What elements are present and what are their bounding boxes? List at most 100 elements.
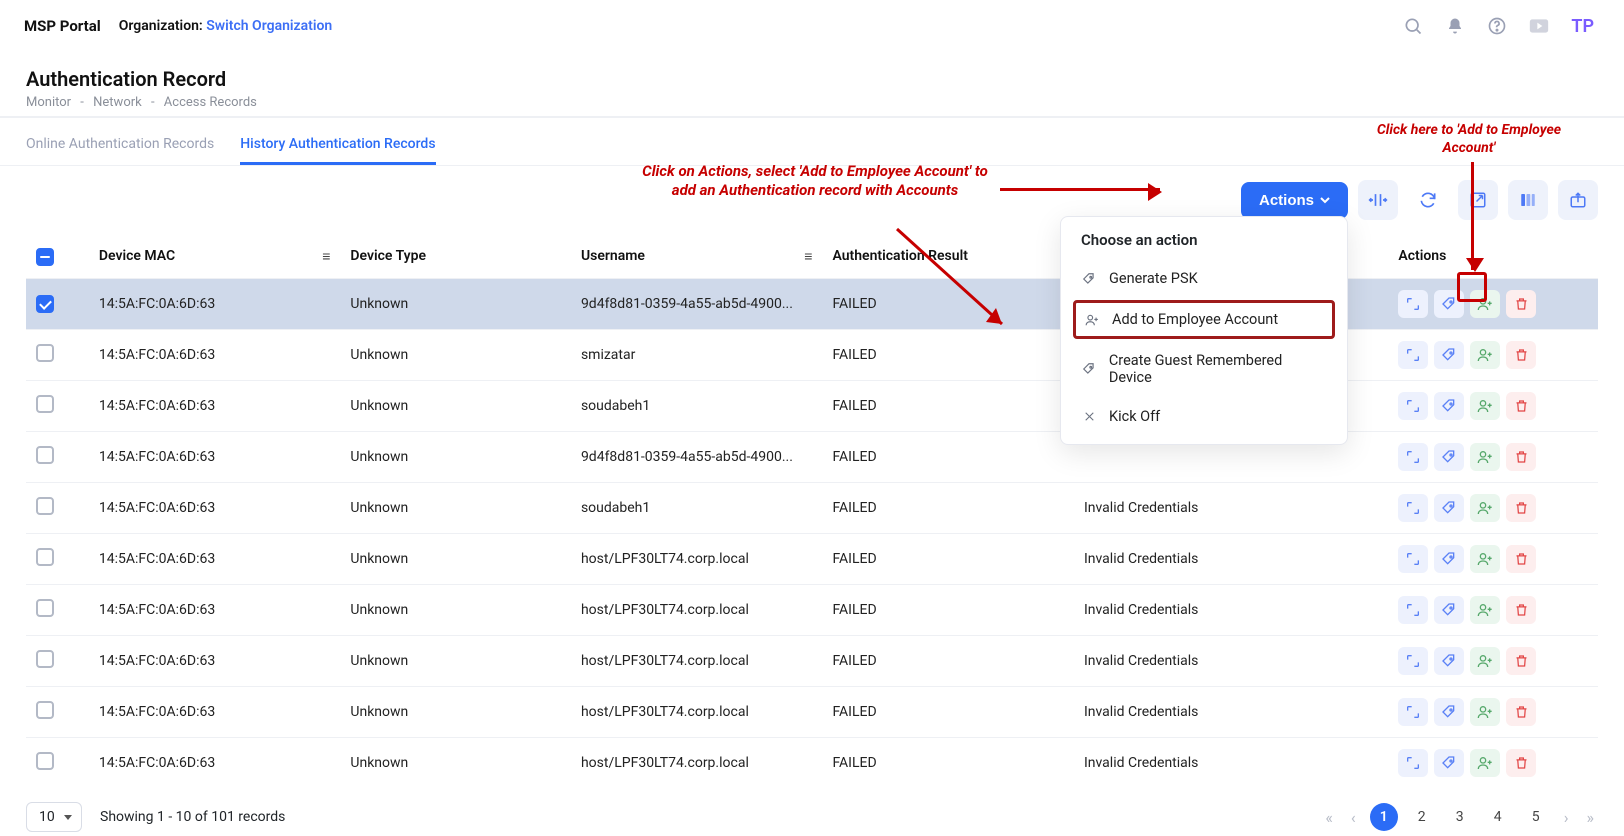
- row-tag-button[interactable]: [1434, 494, 1464, 522]
- table-row[interactable]: 14:5A:FC:0A:6D:63Unknownhost/LPF30LT74.c…: [26, 687, 1598, 738]
- tab-online-auth-records[interactable]: Online Authentication Records: [26, 130, 214, 165]
- select-all-checkbox[interactable]: [36, 248, 54, 266]
- table-row[interactable]: 14:5A:FC:0A:6D:63Unknownhost/LPF30LT74.c…: [26, 585, 1598, 636]
- user-avatar[interactable]: TP: [1565, 12, 1600, 41]
- row-checkbox[interactable]: [36, 752, 54, 770]
- help-icon[interactable]: [1481, 10, 1513, 42]
- page-1-button[interactable]: 1: [1370, 803, 1398, 831]
- row-tag-button[interactable]: [1434, 647, 1464, 675]
- table-row[interactable]: 14:5A:FC:0A:6D:63Unknownhost/LPF30LT74.c…: [26, 636, 1598, 687]
- row-expand-button[interactable]: [1398, 596, 1428, 624]
- page-5-button[interactable]: 5: [1522, 803, 1550, 831]
- row-expand-button[interactable]: [1398, 545, 1428, 573]
- row-expand-button[interactable]: [1398, 698, 1428, 726]
- column-menu-icon[interactable]: ≡: [804, 248, 812, 265]
- row-add-employee-button[interactable]: [1470, 698, 1500, 726]
- actions-dropdown-button[interactable]: Actions: [1241, 182, 1348, 219]
- page-next-button[interactable]: ›: [1560, 808, 1573, 827]
- row-tag-button[interactable]: [1434, 596, 1464, 624]
- row-checkbox[interactable]: [36, 599, 54, 617]
- column-menu-icon[interactable]: ≡: [322, 248, 330, 265]
- page-2-button[interactable]: 2: [1408, 803, 1436, 831]
- table-row[interactable]: 14:5A:FC:0A:6D:63Unknownhost/LPF30LT74.c…: [26, 738, 1598, 789]
- page-3-button[interactable]: 3: [1446, 803, 1474, 831]
- switch-organization-link[interactable]: Switch Organization: [206, 18, 332, 34]
- row-expand-button[interactable]: [1398, 749, 1428, 777]
- row-add-employee-button[interactable]: [1470, 545, 1500, 573]
- row-add-employee-button[interactable]: [1470, 596, 1500, 624]
- tab-history-auth-records[interactable]: History Authentication Records: [240, 130, 435, 165]
- row-tag-button[interactable]: [1434, 341, 1464, 369]
- page-prev-button[interactable]: ‹: [1347, 808, 1360, 827]
- row-checkbox[interactable]: [36, 295, 54, 313]
- row-delete-button[interactable]: [1506, 290, 1536, 318]
- row-tag-button[interactable]: [1434, 443, 1464, 471]
- page-size-select[interactable]: 10: [26, 802, 82, 832]
- export-button[interactable]: [1458, 180, 1498, 220]
- row-expand-button[interactable]: [1398, 392, 1428, 420]
- row-expand-button[interactable]: [1398, 341, 1428, 369]
- table-row[interactable]: 14:5A:FC:0A:6D:63Unknown9d4f8d81-0359-4a…: [26, 279, 1598, 330]
- columns-config-button[interactable]: [1508, 180, 1548, 220]
- crumb-access-records[interactable]: Access Records: [164, 95, 257, 110]
- refresh-button[interactable]: [1408, 180, 1448, 220]
- cell-username: host/LPF30LT74.corp.local: [571, 636, 823, 687]
- actions-button-label: Actions: [1259, 192, 1314, 209]
- row-delete-button[interactable]: [1506, 392, 1536, 420]
- table-row[interactable]: 14:5A:FC:0A:6D:63UnknownsmizatarFAILED: [26, 330, 1598, 381]
- row-tag-button[interactable]: [1434, 392, 1464, 420]
- row-delete-button[interactable]: [1506, 443, 1536, 471]
- dropdown-item-add-employee[interactable]: Add to Employee Account: [1084, 311, 1324, 328]
- crumb-network[interactable]: Network: [93, 95, 142, 110]
- row-expand-button[interactable]: [1398, 443, 1428, 471]
- row-checkbox[interactable]: [36, 446, 54, 464]
- row-expand-button[interactable]: [1398, 494, 1428, 522]
- page-4-button[interactable]: 4: [1484, 803, 1512, 831]
- page-last-button[interactable]: »: [1583, 808, 1599, 827]
- row-delete-button[interactable]: [1506, 596, 1536, 624]
- row-checkbox[interactable]: [36, 395, 54, 413]
- row-checkbox[interactable]: [36, 497, 54, 515]
- page-size-block: 10 Showing 1 - 10 of 101 records: [26, 802, 285, 832]
- row-add-employee-button[interactable]: [1470, 392, 1500, 420]
- row-delete-button[interactable]: [1506, 494, 1536, 522]
- crumb-monitor[interactable]: Monitor: [26, 95, 71, 110]
- table-row[interactable]: 14:5A:FC:0A:6D:63Unknownsoudabeh1FAILED: [26, 381, 1598, 432]
- row-add-employee-button[interactable]: [1470, 749, 1500, 777]
- table-row[interactable]: 14:5A:FC:0A:6D:63Unknownhost/LPF30LT74.c…: [26, 534, 1598, 585]
- col-username[interactable]: Username≡: [571, 234, 823, 279]
- row-expand-button[interactable]: [1398, 647, 1428, 675]
- row-add-employee-button[interactable]: [1470, 647, 1500, 675]
- row-delete-button[interactable]: [1506, 647, 1536, 675]
- dropdown-item-generate-psk[interactable]: Generate PSK: [1061, 259, 1347, 298]
- table-row[interactable]: 14:5A:FC:0A:6D:63Unknown9d4f8d81-0359-4a…: [26, 432, 1598, 483]
- row-expand-button[interactable]: [1398, 290, 1428, 318]
- row-tag-button[interactable]: [1434, 698, 1464, 726]
- search-icon[interactable]: [1397, 10, 1429, 42]
- row-delete-button[interactable]: [1506, 749, 1536, 777]
- col-device-type[interactable]: Device Type: [340, 234, 571, 279]
- row-tag-button[interactable]: [1434, 749, 1464, 777]
- row-add-employee-button[interactable]: [1470, 341, 1500, 369]
- row-checkbox[interactable]: [36, 650, 54, 668]
- row-add-employee-button[interactable]: [1470, 494, 1500, 522]
- col-device-mac[interactable]: Device MAC≡: [89, 234, 341, 279]
- expand-columns-button[interactable]: [1358, 180, 1398, 220]
- video-icon[interactable]: [1523, 10, 1555, 42]
- row-checkbox[interactable]: [36, 344, 54, 362]
- bell-icon[interactable]: [1439, 10, 1471, 42]
- row-delete-button[interactable]: [1506, 545, 1536, 573]
- row-checkbox[interactable]: [36, 701, 54, 719]
- table-row[interactable]: 14:5A:FC:0A:6D:63Unknownsoudabeh1FAILEDI…: [26, 483, 1598, 534]
- cell-auth-result: FAILED: [822, 636, 1074, 687]
- row-delete-button[interactable]: [1506, 341, 1536, 369]
- row-tag-button[interactable]: [1434, 545, 1464, 573]
- cell-auth-result: FAILED: [822, 687, 1074, 738]
- row-checkbox[interactable]: [36, 548, 54, 566]
- upload-button[interactable]: [1558, 180, 1598, 220]
- row-delete-button[interactable]: [1506, 698, 1536, 726]
- dropdown-item-kick-off[interactable]: Kick Off: [1061, 397, 1347, 436]
- row-add-employee-button[interactable]: [1470, 443, 1500, 471]
- page-first-button[interactable]: «: [1321, 808, 1337, 827]
- dropdown-item-guest-device[interactable]: Create Guest Remembered Device: [1061, 341, 1347, 397]
